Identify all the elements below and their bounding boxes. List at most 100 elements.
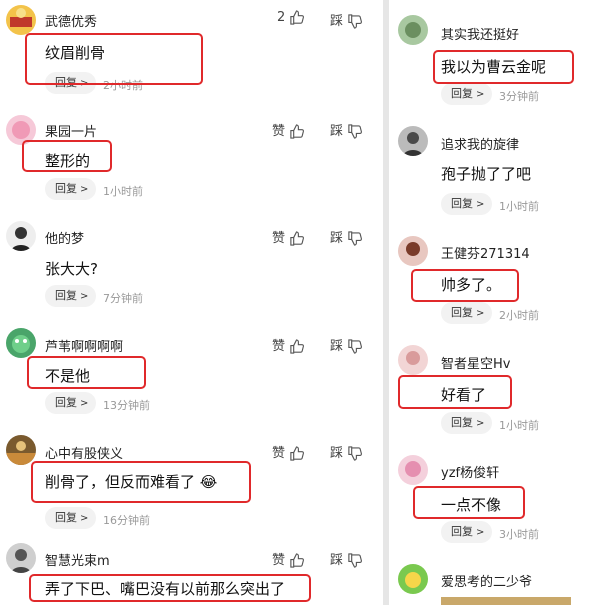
comment-username[interactable]: 其实我还挺好 bbox=[441, 24, 519, 43]
comment-username[interactable]: yzf杨俊轩 bbox=[441, 462, 499, 481]
reply-button[interactable]: 回复 > bbox=[45, 285, 97, 307]
reply-label: 回复 bbox=[55, 396, 77, 409]
reply-button[interactable]: 回复 > bbox=[441, 83, 493, 105]
left-comment-panel: 武德优秀 2 踩 纹眉削骨 回复 > 2小时前 果园一片 赞 踩 整形的 回复 > … bbox=[0, 0, 383, 605]
comment-item: 心中有股侠义 赞 踩 削骨了，但反而难看了 😂 回复 > 16分钟前 bbox=[0, 432, 383, 537]
like-count: 赞 bbox=[272, 446, 286, 461]
chevron-right-icon: > bbox=[80, 398, 89, 409]
comment-item: 芦苇啊啊啊啊 赞 踩 不是他 回复 > 13分钟前 bbox=[0, 325, 383, 425]
like-button[interactable]: 赞 bbox=[272, 335, 305, 354]
highlight-box bbox=[29, 574, 311, 602]
comment-username[interactable]: 芦苇啊啊啊啊 bbox=[45, 336, 123, 355]
comment-username[interactable]: 他的梦 bbox=[45, 228, 84, 247]
highlight-box bbox=[433, 50, 574, 84]
comment-item: 他的梦 赞 踩 张大大? 回复 > 7分钟前 bbox=[0, 217, 383, 317]
dislike-button[interactable]: 踩 bbox=[330, 335, 363, 354]
like-count: 赞 bbox=[272, 124, 286, 139]
like-count: 赞 bbox=[272, 553, 286, 568]
comment-username[interactable]: 王健芬271314 bbox=[441, 243, 530, 262]
image-thumbnail[interactable] bbox=[441, 597, 571, 605]
reply-button[interactable]: 回复 > bbox=[45, 178, 97, 200]
dislike-label: 踩 bbox=[330, 446, 344, 461]
avatar[interactable] bbox=[398, 15, 428, 45]
comment-text: 张大大? bbox=[45, 260, 98, 278]
like-button[interactable]: 赞 bbox=[272, 120, 305, 139]
comment-item: 智慧光束m 赞 踩 弄了下巴、嘴巴没有以前那么突出了 bbox=[0, 541, 383, 605]
comment-time: 1小时前 bbox=[499, 419, 539, 432]
dislike-button[interactable]: 踩 bbox=[330, 549, 363, 568]
reply-label: 回复 bbox=[451, 416, 473, 429]
right-comment-panel: 其实我还挺好 我以为曹云金呢 回复 > 3分钟前 追求我的旋律 孢子抛了了吧 回复… bbox=[389, 0, 609, 605]
thumb-up-icon bbox=[290, 124, 305, 139]
comment-username[interactable]: 智慧光束m bbox=[45, 550, 110, 569]
reply-label: 回复 bbox=[55, 511, 77, 524]
reply-label: 回复 bbox=[451, 306, 473, 319]
thumb-up-icon bbox=[290, 10, 305, 25]
comment-username[interactable]: 追求我的旋律 bbox=[441, 134, 519, 153]
comment-time: 13分钟前 bbox=[103, 399, 150, 412]
dislike-button[interactable]: 踩 bbox=[330, 10, 363, 29]
avatar[interactable] bbox=[6, 543, 36, 573]
thumb-down-icon bbox=[348, 553, 363, 568]
avatar[interactable] bbox=[6, 328, 36, 358]
reply-label: 回复 bbox=[451, 525, 473, 538]
dislike-label: 踩 bbox=[330, 124, 344, 139]
highlight-box bbox=[398, 375, 512, 409]
comment-username[interactable]: 智者星空Hv bbox=[441, 353, 510, 372]
avatar[interactable] bbox=[6, 435, 36, 465]
highlight-box bbox=[22, 140, 112, 172]
dislike-button[interactable]: 踩 bbox=[330, 227, 363, 246]
highlight-box bbox=[411, 269, 519, 302]
thumb-down-icon bbox=[348, 14, 363, 29]
highlight-box bbox=[413, 486, 525, 519]
reply-button[interactable]: 回复 > bbox=[441, 302, 493, 324]
dislike-label: 踩 bbox=[330, 339, 344, 354]
thumb-down-icon bbox=[348, 446, 363, 461]
highlight-box bbox=[27, 356, 146, 389]
chevron-right-icon: > bbox=[476, 89, 485, 100]
like-button[interactable]: 赞 bbox=[272, 227, 305, 246]
reply-button[interactable]: 回复 > bbox=[45, 507, 97, 529]
chevron-right-icon: > bbox=[476, 308, 485, 319]
comment-time: 3小时前 bbox=[499, 528, 539, 541]
reply-button[interactable]: 回复 > bbox=[441, 412, 493, 434]
comment-item: 果园一片 赞 踩 整形的 回复 > 1小时前 bbox=[0, 110, 383, 210]
chevron-right-icon: > bbox=[476, 418, 485, 429]
chevron-right-icon: > bbox=[80, 291, 89, 302]
dislike-button[interactable]: 踩 bbox=[330, 442, 363, 461]
highlight-box bbox=[31, 461, 251, 503]
avatar[interactable] bbox=[398, 455, 428, 485]
comment-item: 爱思考的二少爷 bbox=[389, 560, 609, 605]
reply-button[interactable]: 回复 > bbox=[441, 521, 493, 543]
comment-username[interactable]: 武德优秀 bbox=[45, 11, 97, 30]
avatar[interactable] bbox=[398, 236, 428, 266]
dislike-label: 踩 bbox=[330, 14, 344, 29]
avatar[interactable] bbox=[398, 564, 428, 594]
thumb-down-icon bbox=[348, 231, 363, 246]
reply-label: 回复 bbox=[55, 182, 77, 195]
avatar[interactable] bbox=[398, 126, 428, 156]
comment-username[interactable]: 爱思考的二少爷 bbox=[441, 571, 532, 590]
thumb-up-icon bbox=[290, 231, 305, 246]
thumb-up-icon bbox=[290, 339, 305, 354]
comment-item: 其实我还挺好 我以为曹云金呢 回复 > 3分钟前 bbox=[389, 0, 609, 110]
comment-item: 追求我的旋律 孢子抛了了吧 回复 > 1小时前 bbox=[389, 120, 609, 230]
comment-item: 武德优秀 2 踩 纹眉削骨 回复 > 2小时前 bbox=[0, 0, 383, 100]
comment-username[interactable]: 心中有股侠义 bbox=[45, 443, 123, 462]
like-button[interactable]: 2 bbox=[277, 10, 305, 25]
reply-label: 回复 bbox=[451, 197, 473, 210]
like-button[interactable]: 赞 bbox=[272, 549, 305, 568]
comment-time: 2小时前 bbox=[499, 309, 539, 322]
like-button[interactable]: 赞 bbox=[272, 442, 305, 461]
comment-item: 王健芬271314 帅多了。 回复 > 2小时前 bbox=[389, 230, 609, 340]
avatar[interactable] bbox=[6, 5, 36, 35]
comment-username[interactable]: 果园一片 bbox=[45, 121, 97, 140]
avatar[interactable] bbox=[6, 221, 36, 251]
dislike-button[interactable]: 踩 bbox=[330, 120, 363, 139]
reply-button[interactable]: 回复 > bbox=[45, 392, 97, 414]
chevron-right-icon: > bbox=[80, 184, 89, 195]
reply-label: 回复 bbox=[451, 87, 473, 100]
reply-button[interactable]: 回复 > bbox=[441, 193, 493, 215]
avatar[interactable] bbox=[398, 345, 428, 375]
comment-time: 7分钟前 bbox=[103, 292, 143, 305]
